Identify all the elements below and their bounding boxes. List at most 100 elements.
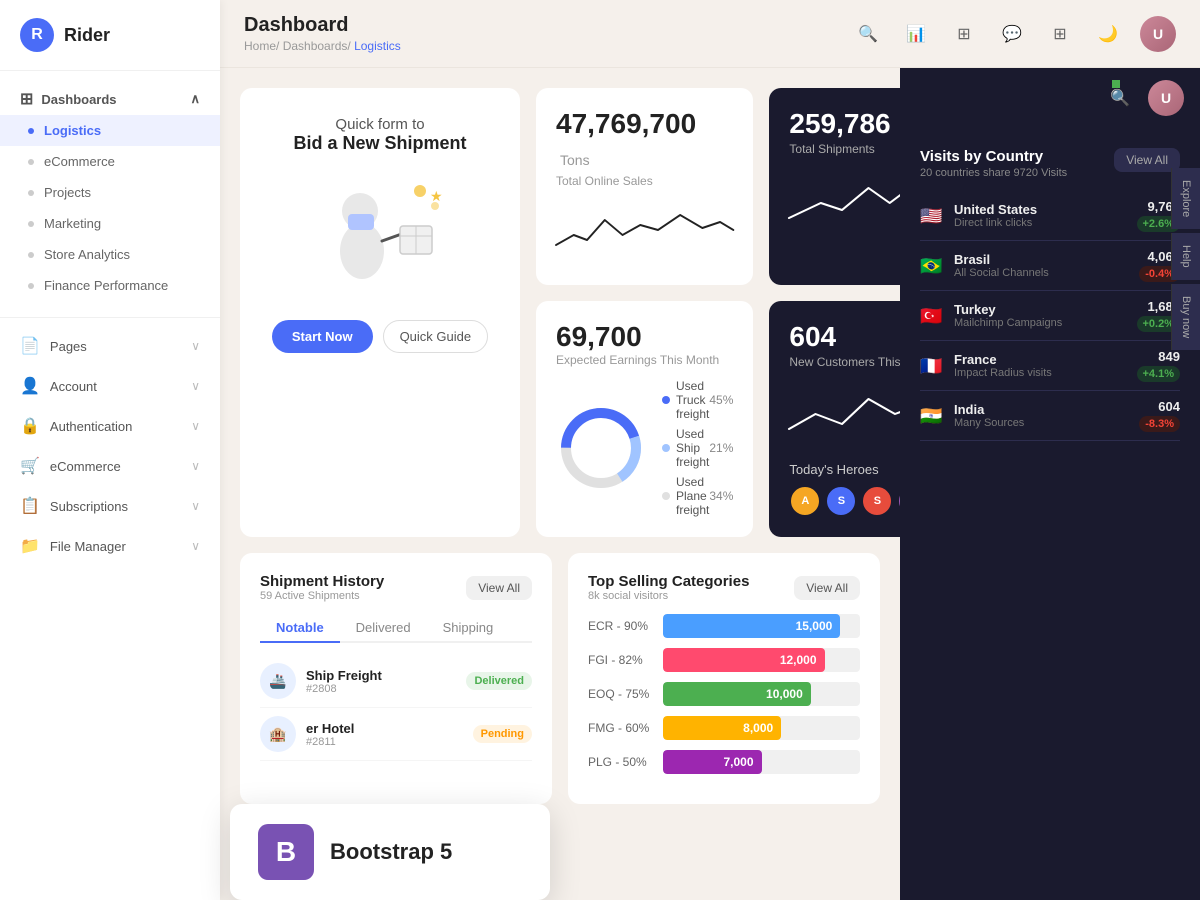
categories-subtitle: 8k social visitors [588,590,749,602]
countries-header: Visits by Country 20 countries share 972… [920,148,1180,179]
list-item: 🇺🇸 United States Direct link clicks 9,76… [920,191,1180,241]
sales-number: 47,769,700 Tons [556,108,733,172]
table-row: 🚢 Ship Freight #2808 Delivered [260,655,532,708]
countries-list: 🇺🇸 United States Direct link clicks 9,76… [920,191,1180,441]
breadcrumb: Home/ Dashboards/ Logistics [244,39,401,53]
list-item: FMG - 60% 8,000 [588,716,860,740]
sidebar: R Rider ⊞ Dashboards ∧ Logistics eCommer… [0,0,220,900]
help-action[interactable]: Help [1171,233,1200,280]
svg-text:★: ★ [430,188,443,204]
sidebar-item-files[interactable]: 📁 File Manager ∨ [0,526,220,566]
chat-icon[interactable]: 💬 [996,18,1028,50]
sidebar-item-pages[interactable]: 📄 Pages ∨ [0,326,220,366]
sidebar-item-projects[interactable]: Projects [0,177,220,208]
right-panel: 🔍 U Explore Help Buy now Visits by Count… [900,68,1200,900]
legend-truck: Used Truck freight 45% [662,379,733,421]
auth-icon: 🔒 [20,416,40,436]
customers-label: New Customers This Month [789,355,900,369]
promo-title: Bid a New Shipment [293,133,466,154]
sidebar-item-auth[interactable]: 🔒 Authentication ∨ [0,406,220,446]
sidebar-item-subscriptions[interactable]: 📋 Subscriptions ∨ [0,486,220,526]
files-icon: 📁 [20,536,40,556]
list-item: FGI - 82% 12,000 [588,648,860,672]
ecommerce-icon: 🛒 [20,456,40,476]
shipment-title: Shipment History [260,573,384,590]
explore-action[interactable]: Explore [1171,168,1200,229]
main-content: Dashboard Home/ Dashboards/ Logistics 🔍 … [220,0,1200,900]
total-shipments-card: 259,786 Total Shipments [769,88,900,285]
grid-icon[interactable]: ⊞ [948,18,980,50]
apps-icon[interactable]: ⊞ [1044,18,1076,50]
promo-subtitle: Quick form to Bid a New Shipment [293,116,466,160]
header: Dashboard Home/ Dashboards/ Logistics 🔍 … [220,0,1200,68]
table-row: 🏨 er Hotel #2811 Pending [260,708,532,761]
customers-card: 604 New Customers This Month Today's Her… [769,301,900,537]
legend-plane: Used Plane freight 34% [662,475,733,517]
dashboards-section: ⊞ Dashboards ∧ Logistics eCommerce Proje… [0,71,220,309]
shipment-subtitle: 59 Active Shipments [260,590,384,602]
list-item: 🇫🇷 France Impact Radius visits 849 +4.1% [920,341,1180,391]
shipment-history-card: Shipment History 59 Active Shipments Vie… [240,553,552,804]
sidebar-item-logistics[interactable]: Logistics [0,115,220,146]
stats-icon[interactable]: 📊 [900,18,932,50]
earnings-label: Expected Earnings This Month [556,353,733,367]
fr-flag: 🇫🇷 [920,357,944,375]
hero-avatar-s2: S [861,485,893,517]
categories-view-all[interactable]: View All [794,576,860,600]
shipments-chart [789,168,900,265]
quick-guide-button[interactable]: Quick Guide [383,320,489,353]
tab-notable[interactable]: Notable [260,614,340,643]
sidebar-item-ecommerce2[interactable]: 🛒 eCommerce ∨ [0,446,220,486]
status-badge: Pending [473,725,532,743]
dot-icon [28,128,34,134]
promo-card: Quick form to Bid a New Shipment [240,88,520,537]
shipments-number: 259,786 [789,108,900,140]
list-item: EOQ - 75% 10,000 [588,682,860,706]
list-item: 🇧🇷 Brasil All Social Channels 4,062 -0.4… [920,241,1180,291]
sidebar-item-marketing[interactable]: Marketing [0,208,220,239]
shipments-label: Total Shipments [789,142,900,156]
logo-icon: R [20,18,54,52]
customers-chart [789,384,900,444]
dashboards-group[interactable]: ⊞ Dashboards ∧ [0,79,220,115]
start-now-button[interactable]: Start Now [272,320,373,353]
dot-icon [28,283,34,289]
side-actions: Explore Help Buy now [1171,168,1200,350]
sidebar-item-ecommerce[interactable]: eCommerce [0,146,220,177]
avatar[interactable]: U [1140,16,1176,52]
br-flag: 🇧🇷 [920,257,944,275]
bootstrap-overlay: B Bootstrap 5 [230,804,550,900]
subscriptions-icon: 📋 [20,496,40,516]
header-left: Dashboard Home/ Dashboards/ Logistics [244,14,401,53]
right-avatar[interactable]: U [1148,80,1184,116]
shipment-list: 🚢 Ship Freight #2808 Delivered 🏨 er Hote… [260,655,532,761]
pages-icon: 📄 [20,336,40,356]
sidebar-item-store-analytics[interactable]: Store Analytics [0,239,220,270]
bottom-row: Shipment History 59 Active Shipments Vie… [240,553,880,804]
sidebar-logo: R Rider [0,0,220,71]
buy-now-action[interactable]: Buy now [1171,284,1200,350]
list-item: ECR - 90% 15,000 [588,614,860,638]
bootstrap-text: Bootstrap 5 [330,839,452,865]
tab-delivered[interactable]: Delivered [340,614,427,643]
countries-title: Visits by Country [920,148,1067,165]
theme-icon[interactable]: 🌙 [1092,18,1124,50]
status-badge: Delivered [466,672,532,690]
categories-header: Top Selling Categories 8k social visitor… [588,573,860,602]
top-row: Quick form to Bid a New Shipment [240,88,880,537]
tab-shipping[interactable]: Shipping [427,614,510,643]
dot-icon [28,190,34,196]
dot-icon [28,221,34,227]
ship-icon: 🚢 [260,663,296,699]
earnings-card: 69,700 Expected Earnings This Month [536,301,753,537]
sales-chart [556,200,733,265]
right-panel-top: 🔍 U [900,68,1200,128]
search-icon[interactable]: 🔍 [852,18,884,50]
account-icon: 👤 [20,376,40,396]
list-item: PLG - 50% 7,000 [588,750,860,774]
sidebar-item-account[interactable]: 👤 Account ∨ [0,366,220,406]
sidebar-item-finance[interactable]: Finance Performance [0,270,220,301]
countries-subtitle: 20 countries share 9720 Visits [920,167,1067,179]
shipment-view-all[interactable]: View All [466,576,532,600]
right-search-icon[interactable]: 🔍 [1104,82,1136,114]
